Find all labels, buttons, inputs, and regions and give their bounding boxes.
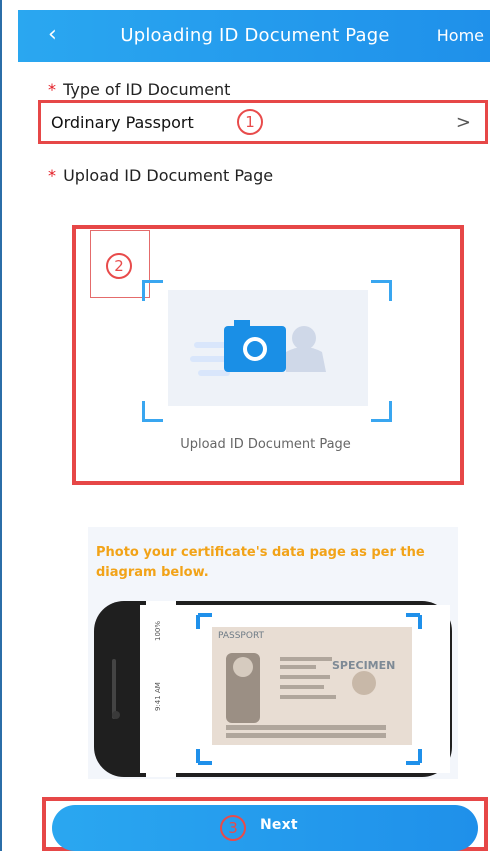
instruction-text: Photo your certificate's data page as pe…	[96, 545, 425, 580]
passport-word: PASSPORT	[218, 631, 265, 641]
camera-illustration[interactable]	[168, 290, 368, 406]
upload-caption: Upload ID Document Page	[180, 437, 351, 452]
upload-label-text: Upload ID Document Page	[63, 166, 274, 185]
example-diagram: Photo your certificate's data page as pe…	[88, 527, 458, 779]
header-bar: ‹ Uploading ID Document Page Home	[18, 10, 490, 62]
next-button-label: Next	[260, 817, 298, 833]
upload-label: * Upload ID Document Page	[48, 166, 273, 185]
svg-text:9:41 AM: 9:41 AM	[154, 682, 162, 711]
next-button-annotation: 3 Next	[42, 797, 488, 851]
phone-illustration: 100% 9:41 AM PASSPORT SPECIMEN	[94, 601, 454, 777]
annotation-marker-2: 2	[106, 253, 132, 279]
type-label-text: Type of ID Document	[63, 80, 231, 99]
required-mark: *	[48, 166, 56, 185]
page-title: Uploading ID Document Page	[120, 25, 390, 46]
frame-corner-bottom-left	[142, 401, 163, 422]
frame-corner-bottom-right	[371, 401, 392, 422]
frame-corner-top-left	[142, 280, 163, 301]
svg-text:100%: 100%	[154, 621, 162, 641]
specimen-word: SPECIMEN	[332, 659, 396, 672]
app-frame: ‹ Uploading ID Document Page Home * Type…	[0, 0, 490, 851]
type-value: Ordinary Passport	[51, 113, 194, 132]
type-label: * Type of ID Document	[48, 80, 230, 99]
camera-icon	[190, 320, 326, 376]
chevron-right-icon: >	[455, 112, 471, 133]
home-link[interactable]: Home	[437, 26, 484, 45]
next-button[interactable]: 3 Next	[52, 805, 478, 851]
annotation-box-2: 2	[90, 230, 150, 298]
frame-corner-top-right	[371, 280, 392, 301]
annotation-marker-1: 1	[237, 109, 263, 135]
type-selector-row[interactable]: Ordinary Passport 1 >	[38, 100, 488, 144]
annotation-marker-3: 3	[220, 815, 246, 841]
required-mark: *	[48, 80, 56, 99]
